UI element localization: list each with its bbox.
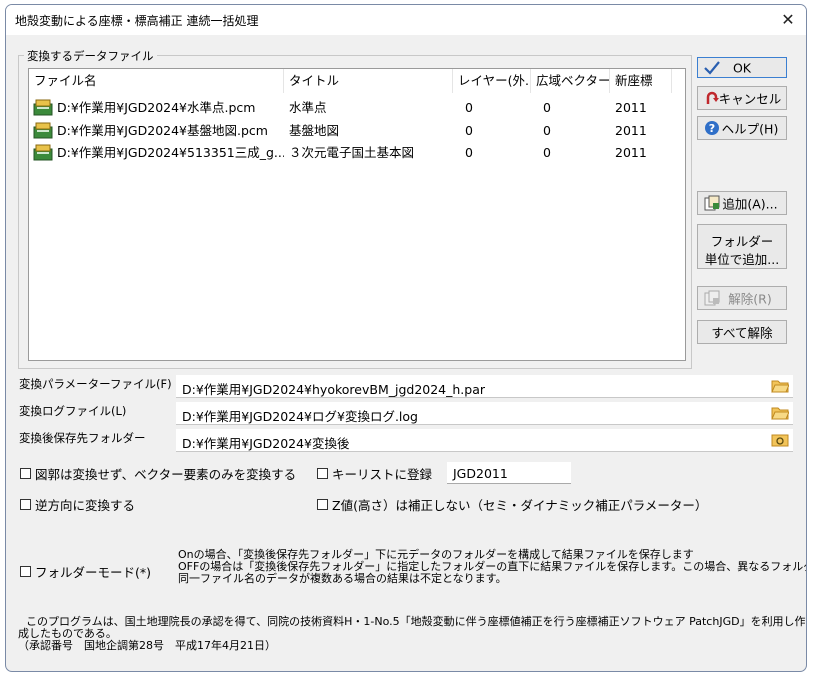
remove-button[interactable]: 解除(R) [697,286,787,310]
cell-vector: 0 [543,145,551,160]
close-button[interactable]: ✕ [776,8,800,32]
log-file-value: D:¥作業用¥JGD2024¥ログ¥変換ログ.log [182,409,418,424]
log-file-label: 変換ログファイル(L) [19,404,127,418]
no-z-checkbox[interactable]: Z値(高さ）は補正しない（セミ・ダイナミック補正パラメーター） [317,495,707,514]
ok-button[interactable]: OK [697,57,787,78]
key-list-checkbox[interactable]: キーリストに登録 [317,464,432,483]
vector-only-checkbox[interactable]: 図郭は変換せず、ベクター要素のみを変換する [20,464,296,483]
folder-mode-checkbox[interactable]: フォルダーモード(*) [20,562,151,581]
param-file-label: 変換パラメーターファイル(F) [19,377,172,391]
column-header-vector[interactable]: 広域ベクター [531,69,610,93]
dest-folder-label: 変換後保存先フォルダー [19,431,146,445]
key-list-label: キーリストに登録 [332,467,433,482]
database-file-icon [33,144,53,161]
dest-folder-field[interactable]: D:¥作業用¥JGD2024¥変換後 [176,429,793,452]
dest-folder-value: D:¥作業用¥JGD2024¥変換後 [182,436,350,451]
cancel-button[interactable]: キャンセル [697,86,787,110]
cell-layer: 0 [465,100,473,115]
folder-mode-description: Onの場合、「変換後保存先フォルダー」下に元データのフォルダーを構成して結果ファ… [178,549,806,585]
files-group-label: 変換するデータファイル [24,48,157,64]
reverse-checkbox[interactable]: 逆方向に変換する [20,495,135,514]
column-header-layer[interactable]: レイヤー(外... [453,69,531,93]
column-header-title[interactable]: タイトル [284,69,453,93]
column-header-new-coord[interactable]: 新座標 [610,69,672,93]
folder-mode-label: フォルダーモード(*) [35,565,152,580]
ok-label: OK [732,60,752,75]
no-z-label: Z値(高さ）は補正しない（セミ・ダイナミック補正パラメーター） [332,498,708,513]
cell-new-coord: 2011 [615,123,647,138]
param-file-field[interactable]: D:¥作業用¥JGD2024¥hyokorevBM_jgd2024_h.par [176,375,793,398]
log-file-field[interactable]: D:¥作業用¥JGD2024¥ログ¥変換ログ.log [176,402,793,425]
window-title: 地殻変動による座標・標高補正 連続一括処理 [15,14,259,28]
notice-line3: （承認番号 国地企調第28号 平成17年4月21日） [18,639,276,652]
checkbox-box[interactable] [20,566,31,577]
folder-open-icon[interactable] [771,378,789,394]
add-folder-button[interactable]: フォルダー 単位で追加... [697,224,787,269]
cell-filename: D:¥作業用¥JGD2024¥513351三成_g... [57,145,284,160]
database-file-icon [33,122,53,139]
column-header-filename[interactable]: ファイル名 [29,69,284,93]
cell-filename: D:¥作業用¥JGD2024¥水準点.pcm [57,100,256,115]
vector-only-label: 図郭は変換せず、ベクター要素のみを変換する [35,467,297,482]
help-label: ヘルプ(H) [721,121,779,137]
cell-title: 基盤地図 [289,123,340,138]
approval-notice: このプログラムは、国土地理院長の承認を得て、同院の技術資料H・1-No.5「地殻… [18,615,806,652]
folder-search-icon[interactable] [771,432,789,448]
cell-filename: D:¥作業用¥JGD2024¥基盤地図.pcm [57,123,268,138]
param-file-value: D:¥作業用¥JGD2024¥hyokorevBM_jgd2024_h.par [182,382,486,397]
remove-all-label: すべて解除 [711,325,773,341]
remove-label: 解除(R) [728,291,772,307]
dialog-window: 地殻変動による座標・標高補正 連続一括処理 ✕ 変換するデータファイル ファイル… [5,4,807,672]
add-folder-label-line1: フォルダー [710,234,774,249]
database-file-icon [33,99,53,116]
cell-title: 水準点 [289,100,327,115]
cell-title: ３次元電子国土基本図 [289,145,415,160]
reverse-label: 逆方向に変換する [35,498,136,513]
checkbox-box[interactable] [20,499,31,510]
file-list-header: ファイル名 タイトル レイヤー(外... 広域ベクター 新座標 [29,69,685,93]
cell-new-coord: 2011 [615,100,647,115]
checkbox-box[interactable] [317,468,328,479]
checkbox-box[interactable] [20,468,31,479]
add-button[interactable]: 追加(A)... [697,191,787,215]
file-row[interactable]: D:¥作業用¥JGD2024¥水準点.pcm 水準点 0 0 2011 [29,97,685,118]
add-label: 追加(A)... [722,196,778,212]
key-list-input[interactable]: JGD2011 [447,462,571,484]
title-bar: 地殻変動による座標・標高補正 連続一括処理 ✕ [6,5,806,35]
cell-layer: 0 [465,123,473,138]
folder-open-icon[interactable] [771,405,789,421]
help-button[interactable]: ? ヘルプ(H) [697,116,787,140]
add-folder-label-line2: 単位で追加... [704,252,780,267]
file-row[interactable]: D:¥作業用¥JGD2024¥513351三成_g... ３次元電子国土基本図 … [29,142,685,163]
cell-layer: 0 [465,145,473,160]
checkbox-box[interactable] [317,499,328,510]
cell-vector: 0 [543,100,551,115]
file-list[interactable]: ファイル名 タイトル レイヤー(外... 広域ベクター 新座標 D:¥作業用¥J… [28,68,686,361]
file-row[interactable]: D:¥作業用¥JGD2024¥基盤地図.pcm 基盤地図 0 0 2011 [29,120,685,141]
cancel-label: キャンセル [718,91,782,107]
cell-vector: 0 [543,123,551,138]
folder-mode-desc-line3: 同一ファイル名のデータが複数ある場合の結果は不定となります。 [178,572,507,585]
notice-line1: このプログラムは、国土地理院長の承認を得て、同院の技術資料H・1-No.5「地殻… [26,615,806,628]
remove-all-button[interactable]: すべて解除 [697,320,787,344]
cell-new-coord: 2011 [615,145,647,160]
key-list-value: JGD2011 [453,466,508,481]
